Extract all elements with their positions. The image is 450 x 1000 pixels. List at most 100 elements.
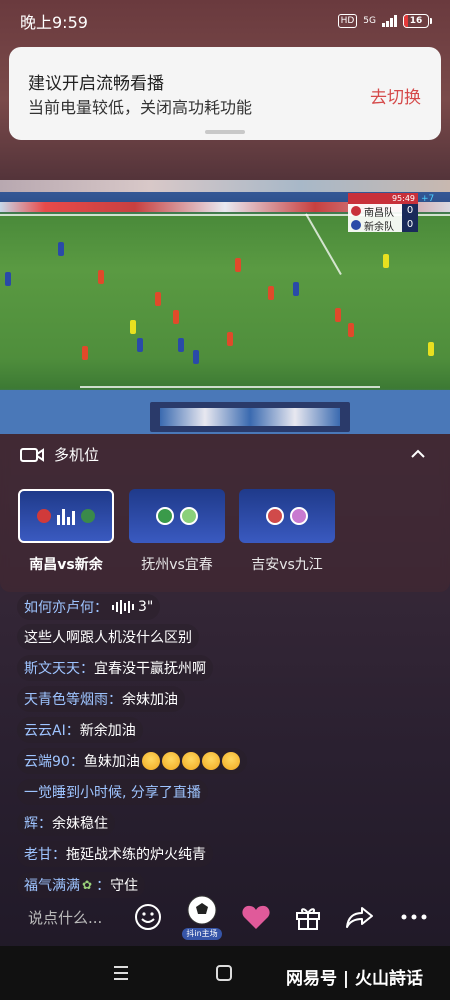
camera-view-2[interactable] (129, 489, 225, 543)
chat-user: 如何亦卢何： (24, 600, 108, 616)
camera-view-3[interactable] (239, 489, 335, 543)
home-team-name: 南昌队 (364, 207, 394, 219)
voice-message-icon (112, 600, 134, 614)
camera-view-label-2[interactable]: 抚州vs宜春 (122, 554, 232, 574)
chat-user: 老甘： (24, 847, 66, 863)
camera-view-label-3[interactable]: 吉安vs九江 (232, 554, 342, 574)
team-badge-icon (37, 509, 51, 523)
player (335, 308, 341, 322)
chat-message[interactable]: 如何亦卢何： 3" (17, 594, 161, 620)
player (137, 338, 143, 352)
chat-message[interactable]: 这些人啊跟人机没什么区别 (17, 624, 199, 650)
heart-icon (242, 905, 270, 929)
multi-camera-panel: 多机位 南昌vs新余 抚州vs宜春 吉安vs九江 (0, 434, 450, 592)
grin-emoji-icon (181, 752, 200, 770)
chat-text: 鱼妹加油 (83, 754, 140, 770)
team-badge-icon (156, 507, 174, 525)
emoji-icon (135, 904, 161, 930)
camera-view-1[interactable] (18, 489, 114, 543)
player (98, 270, 104, 284)
multicam-title: 多机位 (54, 446, 100, 464)
team-badge-icon (290, 507, 308, 525)
chat-message[interactable]: 辉： 余妹稳住 (17, 810, 115, 836)
home-court-button[interactable]: 抖in主场 (182, 892, 222, 940)
emoji-button[interactable] (131, 900, 165, 934)
chat-message[interactable]: 老甘： 拖延战术练的炉火纯青 (17, 841, 213, 867)
player (58, 242, 64, 256)
switch-button[interactable]: 去切换 (370, 83, 421, 108)
team-badge-icon (81, 509, 95, 523)
multi-camera-icon (20, 447, 44, 462)
status-indicators: HD 5G 16 (337, 14, 432, 28)
hd-badge: HD (337, 14, 358, 28)
team-badge-icon (266, 507, 284, 525)
player (235, 258, 241, 272)
more-button[interactable] (397, 900, 431, 934)
comment-input[interactable]: 说点什么... (12, 902, 124, 934)
chat-message[interactable]: 一觉睡到小时候, 分享了直播 (17, 779, 208, 805)
home-court-label: 抖in主场 (182, 928, 222, 940)
football-icon (187, 895, 217, 925)
player (293, 282, 299, 296)
player (155, 292, 161, 306)
share-icon (346, 907, 373, 928)
chat-message[interactable]: 云云AI： 新余加油 (17, 717, 143, 743)
away-score: 0 (402, 218, 418, 232)
bottom-action-bar: 说点什么... 抖in主场 (0, 888, 450, 944)
notice-title: 建议开启流畅看播 (28, 74, 164, 94)
chat-message[interactable]: 云端90： 鱼妹加油 (17, 748, 247, 774)
referee (130, 320, 136, 334)
chat-text: 3" (138, 599, 154, 615)
chat-text: 余妹稳住 (52, 816, 108, 832)
battery-fill (404, 15, 408, 27)
status-time: 晚上9:59 (20, 13, 88, 32)
home-score: 0 (402, 204, 418, 218)
chat-text: 这些人啊跟人机没什么区别 (24, 630, 192, 646)
player (227, 332, 233, 346)
player (178, 338, 184, 352)
away-team-name: 新余队 (364, 221, 394, 233)
gift-button[interactable] (291, 900, 325, 934)
chat-message[interactable]: 斯文天天： 宜春没干赢抚州啊 (17, 655, 213, 681)
battery-icon: 16 (403, 14, 432, 28)
share-button[interactable] (343, 900, 377, 934)
chat-user: 云端90： (24, 754, 84, 770)
multicam-header: 多机位 (20, 444, 99, 465)
network-label: 5G (363, 16, 376, 26)
match-clock: 95:49 (391, 194, 415, 203)
chat-message[interactable]: 天青色等烟雨： 余妹加油 (17, 686, 185, 712)
player (193, 350, 199, 364)
more-icon (401, 914, 427, 920)
notice-subtitle: 当前电量较低，关闭高功耗功能 (28, 98, 253, 117)
camera-view-label-1[interactable]: 南昌vs新余 (11, 554, 121, 574)
grin-emoji-icon (141, 752, 160, 770)
watermark: 网易号 | 火山詩话 (286, 969, 424, 989)
live-video[interactable]: 95:49 南昌队 0 新余队 0 +7 (0, 180, 450, 434)
field-line (305, 213, 342, 275)
stadium-stands (0, 180, 450, 192)
chat-user: 辉： (24, 816, 52, 832)
signal-icon (382, 15, 397, 27)
notice-drag-handle[interactable] (205, 130, 245, 134)
chat-text: 余妹加油 (122, 692, 178, 708)
chat-text: 新余加油 (79, 723, 136, 739)
home-icon (216, 965, 232, 981)
chat-text: 宜春没干赢抚州啊 (94, 661, 206, 677)
player (82, 346, 88, 360)
grin-emoji-icon (201, 752, 220, 770)
chevron-up-icon[interactable] (408, 444, 428, 464)
chat-text: 一觉睡到小时候, 分享了直播 (24, 785, 201, 801)
like-button[interactable] (239, 900, 273, 934)
smooth-playback-notice: 建议开启流畅看播 当前电量较低，关闭高功耗功能 去切换 (9, 47, 441, 140)
menu-button[interactable] (108, 960, 134, 986)
menu-icon (114, 966, 128, 980)
gift-icon (296, 908, 320, 930)
referee (383, 254, 389, 268)
field-line (80, 386, 380, 388)
grin-emoji-icon (221, 752, 240, 770)
scoreboard: 95:49 南昌队 0 新余队 0 (348, 193, 418, 233)
battery-level: 16 (409, 16, 423, 26)
status-bar: 晚上9:59 HD 5G 16 (0, 0, 450, 42)
chat-user: 斯文天天： (24, 661, 94, 677)
home-button[interactable] (211, 960, 237, 986)
